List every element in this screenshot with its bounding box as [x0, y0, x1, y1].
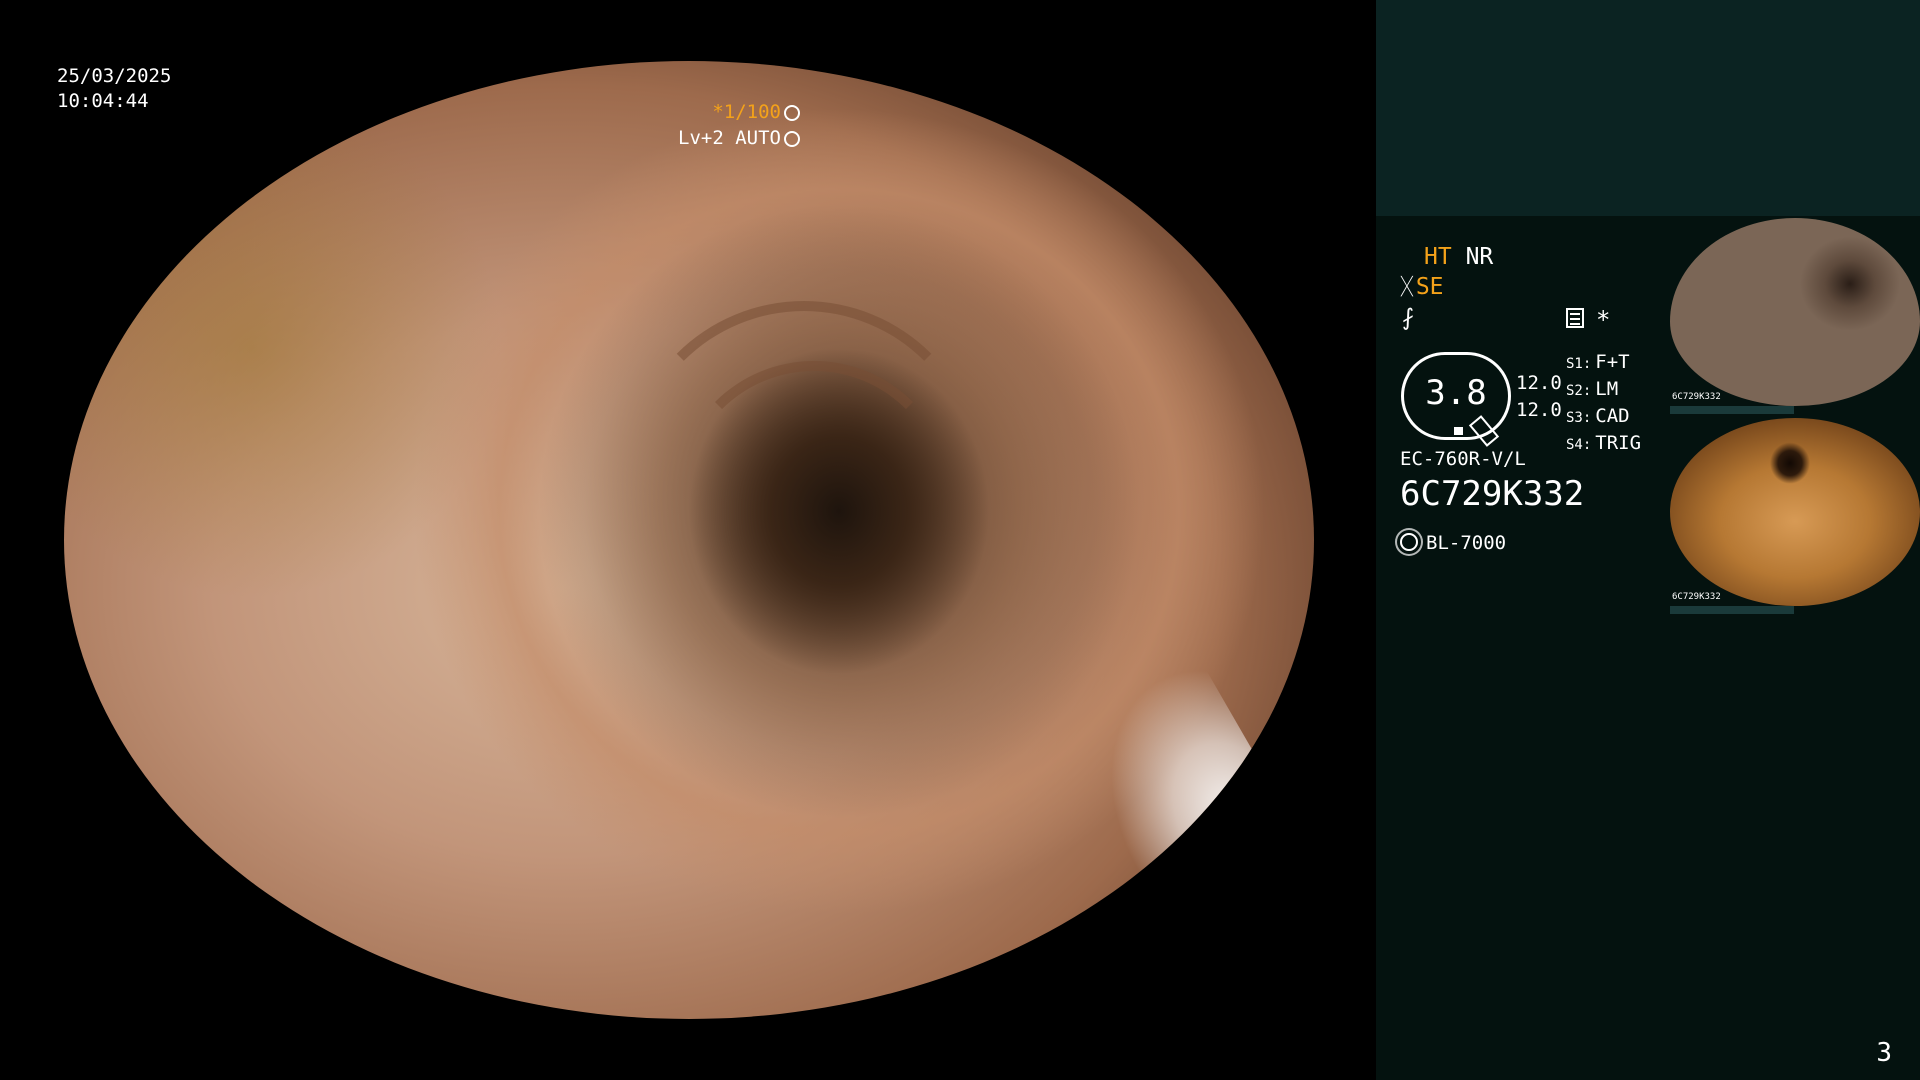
thumbnail-label: 6C729K332: [1672, 592, 1721, 602]
light-source-text: BL-7000: [1426, 532, 1507, 554]
structure-icon: ᚷ: [1400, 274, 1414, 300]
readout-2: 12.0: [1516, 399, 1562, 421]
scope-serial: 6C729K332: [1400, 474, 1585, 514]
scope-model: EC-760R-V/L: [1400, 448, 1526, 470]
captured-thumbnail-1[interactable]: [1670, 218, 1920, 406]
ht-indicator: HT: [1424, 244, 1452, 270]
thumbnail-bar: [1670, 606, 1794, 614]
light-source-icon: [1400, 533, 1418, 551]
slot-value: CAD: [1595, 405, 1630, 427]
slot-key: S1:: [1566, 356, 1592, 372]
readout-1: 12.0: [1516, 372, 1562, 394]
memo-icon: [1566, 308, 1584, 328]
slot-row: S1: F+T: [1566, 350, 1641, 377]
slot-key: S3:: [1566, 410, 1592, 426]
aperture-icon: [784, 105, 800, 121]
light-glare: [1059, 656, 1314, 962]
level-text: Lv+2 AUTO: [678, 127, 781, 149]
status-panel: HT NR ᚷSE ⨏ * 3.8 12.0 12.0 S1: F+T S2: LM…: [1376, 0, 1920, 1080]
slot-row: S4: TRIG: [1566, 431, 1641, 458]
se-row: ᚷSE: [1400, 274, 1444, 300]
mucosal-fold: [674, 361, 954, 641]
slot-row: S3: CAD: [1566, 404, 1641, 431]
slot-value: F+T: [1595, 351, 1630, 373]
star-indicator: *: [1596, 306, 1611, 334]
slot-row: S2: LM: [1566, 377, 1641, 404]
endoscopic-image: [64, 61, 1314, 1019]
slot-key: S2:: [1566, 383, 1592, 399]
switch-assignments: S1: F+T S2: LM S3: CAD S4: TRIG: [1566, 350, 1641, 458]
slot-key: S4:: [1566, 437, 1592, 453]
slot-value: TRIG: [1595, 432, 1642, 454]
captured-thumbnail-2[interactable]: [1670, 418, 1920, 606]
endoscope-video-area: 25/03/2025 10:04:44 *1/100 Lv+2 AUTO: [0, 0, 1376, 1080]
thumbnail-label: 6C729K332: [1672, 392, 1721, 402]
nr-indicator: NR: [1465, 244, 1494, 270]
gauge-value: 3.8: [1425, 373, 1487, 413]
panel-header-area: [1376, 0, 1920, 216]
light-source-row: BL-7000: [1400, 532, 1506, 554]
numeric-readouts: 12.0 12.0: [1516, 370, 1562, 424]
se-indicator: SE: [1415, 274, 1444, 300]
enhancement-row: HT NR: [1424, 244, 1493, 270]
thumbnail-bar: [1670, 406, 1794, 414]
exposure-readout: *1/100 Lv+2 AUTO: [678, 99, 800, 151]
iris-icon: [784, 131, 800, 147]
pen-icon: [1468, 415, 1500, 447]
time-text: 10:04:44: [57, 90, 149, 112]
page-number: 3: [1876, 1038, 1892, 1068]
f-symbol: ⨏: [1402, 305, 1414, 331]
datetime-readout: 25/03/2025 10:04:44: [57, 64, 171, 114]
slot-value: LM: [1595, 378, 1619, 400]
date-text: 25/03/2025: [57, 65, 172, 87]
shutter-text: *1/100: [712, 101, 781, 123]
stiffness-gauge: 3.8: [1401, 352, 1511, 447]
gauge-marker: [1454, 427, 1463, 435]
